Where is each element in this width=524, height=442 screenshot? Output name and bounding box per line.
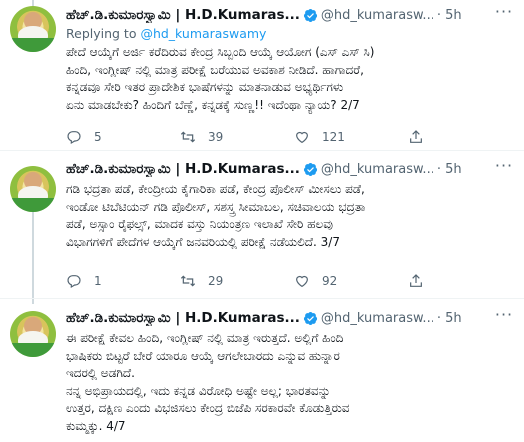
tweet[interactable]: ಹೆಚ್.ಡಿ.ಕುಮಾರಸ್ವಾಮಿ | H.D.Kumaras... @hd…: [0, 152, 524, 302]
timestamp[interactable]: 5h: [445, 311, 462, 326]
retweet-button[interactable]: 29: [180, 273, 294, 289]
separator-dot: ·: [436, 161, 442, 177]
heart-icon: [296, 275, 308, 288]
author-name[interactable]: ಹೆಚ್.ಡಿ.ಕುಮಾರಸ್ವಾಮಿ | H.D.Kumaras...: [66, 7, 300, 23]
tweet[interactable]: ಹೆಚ್.ಡಿ.ಕುಮಾರಸ್ವಾಮಿ | H.D.Kumaras... @hd…: [0, 299, 524, 442]
separator-dot: ·: [436, 310, 442, 326]
replying-to-mention[interactable]: @hd_kumaraswamy: [140, 26, 266, 41]
verified-badge-icon: [303, 8, 317, 22]
divider: [0, 150, 524, 151]
reply-count: 1: [94, 274, 102, 288]
retweet-icon: [180, 131, 196, 143]
tweet-header: ಹೆಚ್.ಡಿ.ಕುಮಾರಸ್ವಾಮಿ | H.D.Kumaras... @hd…: [66, 160, 514, 178]
tweet-header: ಹೆಚ್.ಡಿ.ಕುಮಾರಸ್ವಾಮಿ | H.D.Kumaras... @hd…: [66, 6, 514, 24]
like-count: 121: [322, 130, 345, 144]
more-options-icon[interactable]: ···: [494, 4, 514, 24]
tweet-actions: 1 29 92: [66, 272, 438, 290]
verified-badge-icon: [303, 162, 317, 176]
retweet-count: 39: [208, 130, 224, 144]
share-button[interactable]: [408, 129, 438, 145]
reply-icon: [67, 131, 81, 145]
like-button[interactable]: 92: [294, 273, 408, 289]
author-handle[interactable]: @hd_kumarasw...: [321, 162, 433, 177]
share-icon: [410, 274, 422, 287]
heart-icon: [296, 131, 308, 144]
reply-count: 5: [94, 130, 102, 144]
tweet[interactable]: ಹೆಚ್.ಡಿ.ಕುಮಾರಸ್ವಾಮಿ | H.D.Kumaras... @hd…: [0, 0, 524, 147]
tweet-actions: 5 39 121: [66, 128, 438, 146]
avatar[interactable]: [10, 6, 56, 52]
tweet-text: ಗಡಿ ಭದ್ರತಾ ಪಡೆ, ಕೇಂದ್ರೀಯ ಕೈಗಾರಿಕಾ ಪಡೆ, ಕ…: [66, 182, 366, 249]
tweet-text: ಈ ಪರೀಕ್ಷೆ ಕೇವಲ ಹಿಂದಿ, ಇಂಗ್ಲೀಷ್ ನಲ್ಲಿ ಮಾತ…: [66, 331, 350, 433]
timestamp[interactable]: 5h: [445, 162, 462, 177]
author-handle[interactable]: @hd_kumarasw...: [321, 311, 433, 326]
like-button[interactable]: 121: [294, 129, 408, 145]
author-name[interactable]: ಹೆಚ್.ಡಿ.ಕುಮಾರಸ್ವಾಮಿ | H.D.Kumaras...: [66, 310, 300, 326]
avatar[interactable]: [10, 166, 56, 212]
avatar[interactable]: [10, 311, 56, 357]
reply-icon: [67, 275, 81, 289]
more-options-icon[interactable]: ···: [494, 307, 514, 327]
retweet-button[interactable]: 39: [180, 129, 294, 145]
reply-button[interactable]: 5: [66, 129, 180, 145]
retweet-count: 29: [208, 274, 224, 288]
share-button[interactable]: [408, 273, 438, 289]
replying-to-label: Replying to: [66, 26, 141, 41]
author-handle[interactable]: @hd_kumarasw...: [321, 8, 433, 23]
replying-to: Replying to @hd_kumaraswamy: [66, 26, 514, 43]
tweet-text: ಪೇದೆ ಆಯ್ಕೆಗೆ ಅರ್ಜಿ ಕರೆದಿರುವ ಕೇಂದ್ರ ಸಿಬ್ಬ…: [66, 45, 375, 112]
reply-button[interactable]: 1: [66, 273, 180, 289]
author-name[interactable]: ಹೆಚ್.ಡಿ.ಕುಮಾರಸ್ವಾಮಿ | H.D.Kumaras...: [66, 161, 300, 177]
verified-badge-icon: [303, 311, 317, 325]
timestamp[interactable]: 5h: [445, 8, 462, 23]
like-count: 92: [322, 274, 338, 288]
tweet-header: ಹೆಚ್.ಡಿ.ಕುಮಾರಸ್ವಾಮಿ | H.D.Kumaras... @hd…: [66, 309, 514, 327]
share-icon: [410, 130, 422, 143]
retweet-icon: [180, 275, 196, 287]
separator-dot: ·: [436, 7, 442, 23]
more-options-icon[interactable]: ···: [494, 158, 514, 178]
